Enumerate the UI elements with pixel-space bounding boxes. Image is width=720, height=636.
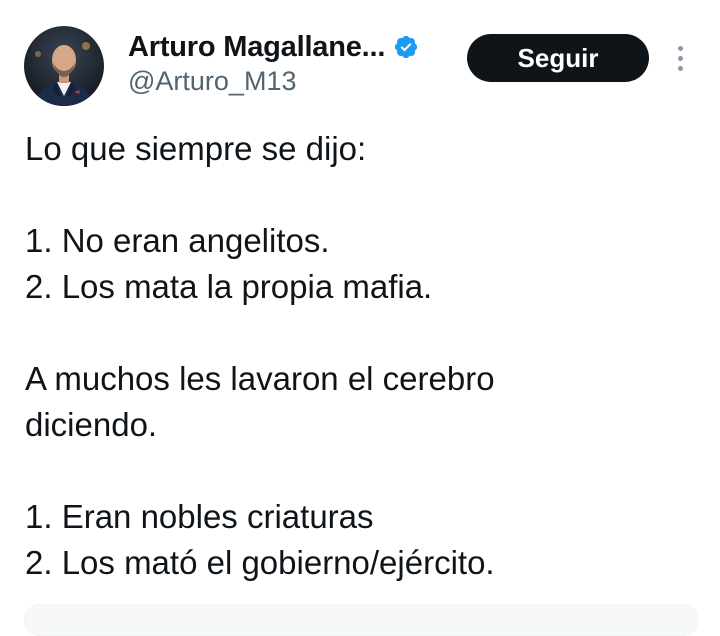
tweet-line: Lo que siempre se dijo: (25, 130, 367, 167)
tweet-line: 2. Los mata la propia mafia. (25, 268, 433, 305)
tweet: Arturo Magallane... @Arturo_M13 Seguir L… (0, 0, 720, 636)
more-dot (677, 65, 683, 71)
tweet-line: 2. Los mató el gobierno/ejército. (25, 544, 495, 581)
embedded-card-peek[interactable] (24, 604, 698, 636)
avatar[interactable] (24, 26, 104, 106)
more-dot (677, 45, 683, 51)
verified-badge-icon (393, 34, 419, 60)
tweet-line: A muchos les lavaron el cerebro (25, 360, 495, 397)
author-name-row: Arturo Magallane... (128, 28, 419, 66)
author-display-name[interactable]: Arturo Magallane... (128, 31, 385, 64)
more-dot (677, 55, 683, 61)
tweet-text: Lo que siempre se dijo: 1. No eran angel… (25, 126, 705, 586)
more-options-icon[interactable] (666, 40, 694, 76)
author-handle[interactable]: @Arturo_M13 (128, 66, 296, 97)
tweet-line: diciendo. (25, 406, 158, 443)
tweet-line: 1. Eran nobles criaturas (25, 498, 374, 535)
profile-photo-avatar-icon (24, 26, 104, 106)
tweet-line: 1. No eran angelitos. (25, 222, 330, 259)
follow-button[interactable]: Seguir (467, 34, 649, 82)
